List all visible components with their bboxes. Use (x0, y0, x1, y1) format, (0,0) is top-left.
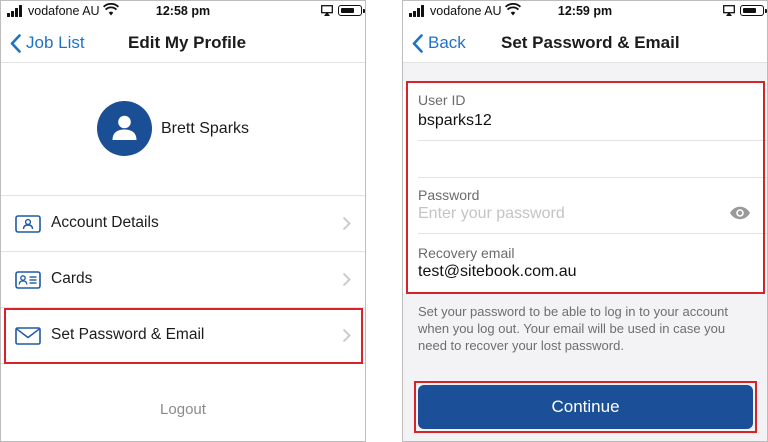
id-badge-icon (15, 215, 41, 233)
help-text: Set your password to be able to log in t… (418, 304, 729, 353)
password-label: Password (418, 187, 480, 203)
page-title: Edit My Profile (128, 33, 247, 52)
credentials-form: User ID bsparks12 Password Recovery emai… (403, 81, 767, 294)
continue-button[interactable]: Continue (418, 385, 753, 429)
menu-item-label: Cards (51, 270, 93, 287)
status-time: 12:59 pm (557, 4, 613, 18)
chevron-right-icon (342, 272, 351, 287)
back-button[interactable]: Job List (10, 23, 85, 63)
navigation-bar: Back Set Password & Email (403, 23, 767, 63)
menu-item-set-password-email[interactable]: Set Password & Email (1, 308, 365, 364)
divider (418, 177, 767, 178)
divider (418, 140, 767, 141)
avatar (97, 101, 152, 156)
edit-profile-screen: vodafone AU 12:58 pm Job List Edit My Pr… (0, 0, 366, 442)
navigation-bar: Job List Edit My Profile (1, 23, 365, 63)
back-button[interactable]: Back (412, 23, 466, 63)
menu-item-cards[interactable]: Cards (1, 252, 365, 308)
screen-mirroring-icon (723, 5, 735, 16)
user-id-label: User ID (418, 92, 466, 108)
menu-item-label: Set Password & Email (51, 326, 205, 343)
profile-name: Brett Sparks (161, 120, 250, 137)
menu-item-account-details[interactable]: Account Details (1, 196, 365, 252)
chevron-left-icon (10, 33, 21, 53)
menu-item-label: Account Details (51, 214, 159, 231)
person-icon (112, 115, 137, 140)
back-button-label: Back (428, 33, 466, 52)
status-time: 12:58 pm (155, 4, 211, 18)
id-card-icon (15, 271, 41, 289)
recovery-email-input[interactable] (418, 263, 718, 281)
envelope-icon (15, 327, 41, 345)
battery-icon (740, 5, 767, 16)
chevron-right-icon (342, 328, 351, 343)
profile-header: Brett Sparks (1, 63, 365, 196)
logout-button[interactable]: Logout (1, 401, 365, 418)
back-button-label: Job List (26, 33, 85, 52)
divider (418, 233, 767, 234)
recovery-email-label: Recovery email (418, 245, 515, 261)
set-password-email-screen: vodafone AU 12:59 pm Back Set Password &… (402, 0, 768, 442)
chevron-right-icon (342, 216, 351, 231)
screen-mirroring-icon (321, 5, 333, 16)
chevron-left-icon (412, 33, 423, 53)
eye-icon[interactable] (729, 206, 751, 220)
password-input[interactable] (418, 205, 718, 223)
status-bar: vodafone AU 12:59 pm (403, 1, 767, 23)
page-title: Set Password & Email (501, 33, 680, 52)
battery-icon (338, 5, 365, 16)
user-id-value: bsparks12 (418, 112, 492, 129)
status-bar: vodafone AU 12:58 pm (1, 1, 365, 23)
